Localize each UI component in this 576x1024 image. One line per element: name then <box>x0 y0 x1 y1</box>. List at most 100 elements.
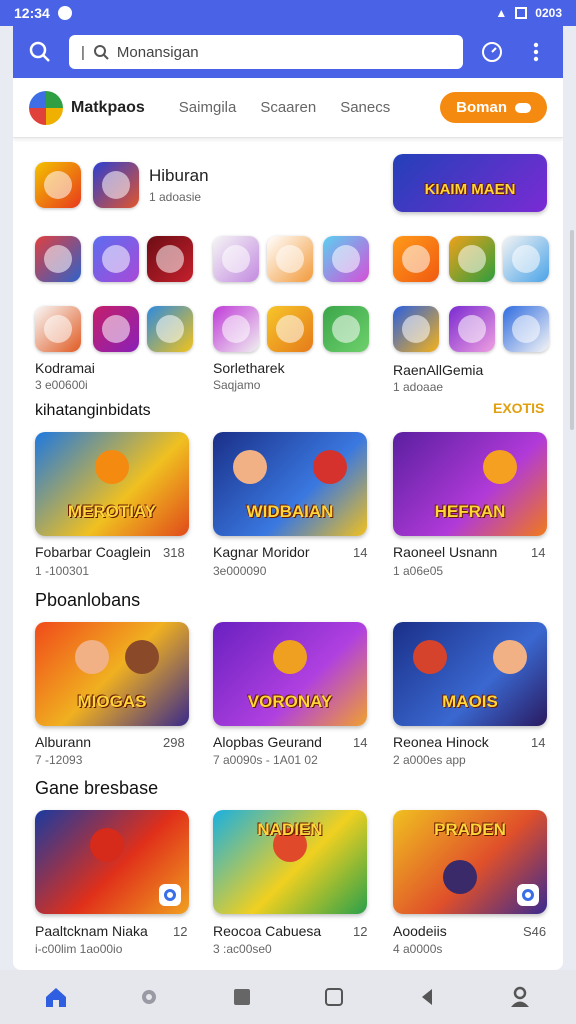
game-card-banner: NADIEN <box>257 820 323 839</box>
app-icon[interactable] <box>93 306 139 352</box>
game-card[interactable]: WIDBAIAN <box>213 432 367 536</box>
app-icon[interactable] <box>323 306 369 352</box>
featured-title: Hiburan <box>149 166 209 185</box>
header-action-button[interactable]: Boman <box>440 92 547 123</box>
search-placeholder: Monansigan <box>116 43 199 61</box>
search-input[interactable]: | Monansigan <box>69 35 463 69</box>
game-card-rating: 318 <box>163 545 185 560</box>
game-card[interactable]: HEFRAN <box>393 432 547 536</box>
game-card-title: Kagnar Moridor <box>213 544 310 560</box>
search-field-icon <box>93 45 109 60</box>
app-icon[interactable] <box>147 236 193 282</box>
notification-icon <box>57 6 72 20</box>
section-badge: EXOTIS <box>493 400 545 416</box>
game-card-sub: 7 a0090s - 1A01 02 <box>213 753 318 767</box>
game-card-title: Reonea Hinock <box>393 734 489 750</box>
game-card[interactable]: MIOGAS <box>35 622 189 726</box>
game-card-rating: 298 <box>163 735 185 750</box>
search-icon[interactable] <box>25 37 55 67</box>
game-card-banner: MAOIS <box>442 692 498 711</box>
featured-banner-text: KIAIM MAEN <box>424 181 516 198</box>
game-card-banner: VORONAY <box>247 692 333 711</box>
game-card-sub: 4 a0000s <box>393 942 443 956</box>
app-icon[interactable] <box>35 306 81 352</box>
tab-3[interactable]: Sanecs <box>340 99 390 116</box>
profile-icon[interactable] <box>505 982 535 1012</box>
game-card-rating: 14 <box>531 545 546 560</box>
brand-name: Matkpaos <box>71 98 145 116</box>
status-icons: ▲ 0203 <box>495 6 562 20</box>
square-icon[interactable] <box>227 982 257 1012</box>
dot-icon[interactable] <box>134 982 164 1012</box>
app-icon[interactable] <box>503 306 549 352</box>
group-sub: 1 adoaae <box>393 380 444 394</box>
app-icon[interactable] <box>449 236 495 282</box>
section-title: Pboanlobans <box>35 590 141 610</box>
game-card[interactable]: NADIEN <box>213 810 367 914</box>
app-icon[interactable] <box>449 306 495 352</box>
game-card[interactable]: VORONAY <box>213 622 367 726</box>
more-vert-icon[interactable] <box>521 37 551 67</box>
app-icon[interactable] <box>323 236 369 282</box>
app-icon[interactable] <box>503 236 549 282</box>
bottom-nav <box>0 970 576 1024</box>
app-icon[interactable] <box>267 236 313 282</box>
group-sub: 3 e00600i <box>35 378 88 392</box>
main-panel: Matkpaos Saimgila Scaaren Sanecs Boman H… <box>13 78 563 970</box>
game-card-rating: 14 <box>353 735 368 750</box>
status-bar: 12:34 ▲ 0203 <box>0 0 576 26</box>
play-badge-icon <box>517 884 539 906</box>
app-icon[interactable] <box>35 236 81 282</box>
game-card-title: Fobarbar Coaglein <box>35 544 151 560</box>
recents-icon[interactable] <box>319 982 349 1012</box>
game-card[interactable]: MEROTIAY <box>35 432 189 536</box>
game-card-banner: MEROTIAY <box>67 502 157 521</box>
group-label: Sorletharek <box>213 360 285 376</box>
game-card-title: Reocoa Cabuesa <box>213 923 322 939</box>
app-icon[interactable] <box>393 236 439 282</box>
back-icon[interactable] <box>412 982 442 1012</box>
game-card-title: Paaltcknam Niaka <box>35 923 148 939</box>
game-card-title: Raoneel Usnann <box>393 544 498 560</box>
game-card-sub: 3 :ac00se0 <box>213 942 272 956</box>
compass-icon[interactable] <box>477 37 507 67</box>
play-badge-icon <box>159 884 181 906</box>
app-icon[interactable] <box>93 236 139 282</box>
game-card-rating: S46 <box>523 924 547 939</box>
featured-subtitle: 1 adoasie <box>149 190 202 204</box>
group-label: Kodramai <box>35 360 95 376</box>
game-card[interactable]: MAOIS <box>393 622 547 726</box>
app-icon[interactable] <box>147 306 193 352</box>
header-action-label: Boman <box>456 99 507 116</box>
scrollbar[interactable] <box>570 230 574 430</box>
app-icon[interactable] <box>393 306 439 352</box>
signal-icon: ▲ <box>495 6 508 20</box>
game-card-rating: 12 <box>353 924 368 939</box>
brand-logo <box>29 90 63 125</box>
game-card-banner: PRADEN <box>434 820 506 839</box>
app-icon[interactable] <box>267 306 313 352</box>
search-bar: | Monansigan <box>13 26 563 78</box>
game-card-banner: HEFRAN <box>434 502 506 521</box>
section-title: Gane bresbase <box>35 778 159 798</box>
game-card[interactable]: PRADEN <box>393 810 547 914</box>
tab-2[interactable]: Scaaren <box>260 99 316 116</box>
game-card-title: Alburann <box>35 734 92 750</box>
game-card-banner: WIDBAIAN <box>246 502 334 521</box>
app-icon[interactable] <box>35 162 81 208</box>
status-right-text: 0203 <box>535 6 562 20</box>
game-card-title: Aoodeiis <box>393 923 447 939</box>
battery-icon <box>515 7 528 19</box>
game-card[interactable] <box>35 810 189 914</box>
group-label: RaenAllGemia <box>393 362 484 378</box>
game-card-sub: i-c00lim 1ao00io <box>35 942 123 956</box>
app-icon[interactable] <box>213 306 259 352</box>
app-icon[interactable] <box>93 162 139 208</box>
group-sub: Saqjamo <box>213 378 261 392</box>
game-card-sub: 1 a06e05 <box>393 564 444 578</box>
home-icon[interactable] <box>41 982 71 1012</box>
section-title: kihatanginbidats <box>35 402 151 419</box>
app-icon[interactable] <box>213 236 259 282</box>
featured-banner[interactable]: KIAIM MAEN <box>393 154 547 212</box>
tab-1[interactable]: Saimgila <box>179 99 237 116</box>
